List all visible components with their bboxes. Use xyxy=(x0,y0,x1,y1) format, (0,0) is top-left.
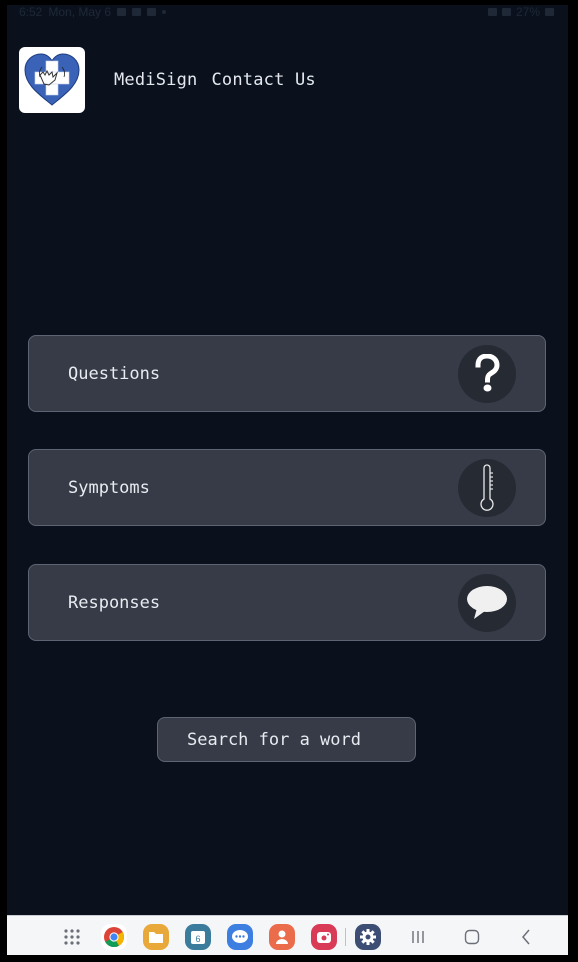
messages-app-button[interactable] xyxy=(227,924,253,950)
recents-icon xyxy=(412,931,424,943)
mute-icon xyxy=(487,8,497,16)
questions-category-button[interactable]: Questions xyxy=(28,335,546,412)
wifi-icon xyxy=(501,8,511,16)
status-time: 6:52 xyxy=(19,5,43,19)
thermometer-icon xyxy=(458,458,516,517)
home-button[interactable] xyxy=(457,924,487,950)
category-label: Symptoms xyxy=(68,477,150,498)
status-bar: 6:52 Mon, May 6 27% xyxy=(7,5,568,19)
contacts-app-button[interactable] xyxy=(269,924,295,950)
symptoms-category-button[interactable]: Symptoms xyxy=(28,449,546,526)
gallery-notification-icon xyxy=(117,8,127,16)
calendar-app-button[interactable]: 6 xyxy=(185,924,211,950)
calendar-day: 6 xyxy=(195,934,200,944)
grid-icon xyxy=(64,929,80,945)
medisign-logo[interactable] xyxy=(19,47,85,113)
gear-icon xyxy=(360,929,376,945)
category-label: Questions xyxy=(68,363,161,384)
heart-cross-hand-logo-icon xyxy=(24,53,80,106)
contact-us-link[interactable]: Contact Us xyxy=(211,70,315,90)
calendar-icon: 6 xyxy=(191,931,205,944)
recents-button[interactable] xyxy=(403,924,433,950)
contact-icon xyxy=(276,930,288,944)
android-navigation-bar: 6 xyxy=(7,915,568,955)
home-icon xyxy=(464,929,480,945)
screen-recorder-app-button[interactable] xyxy=(311,924,337,950)
app-screen: 6:52 Mon, May 6 27% MediSign Contact Us … xyxy=(7,5,568,955)
chat-icon xyxy=(232,930,248,943)
battery-percentage: 27% xyxy=(515,5,540,19)
category-label: Responses xyxy=(68,592,161,613)
chrome-app-button[interactable] xyxy=(101,924,127,950)
dock-divider xyxy=(345,928,346,946)
search-word-button[interactable]: Search for a word xyxy=(157,717,416,762)
more-notifications-icon xyxy=(162,10,167,14)
question-mark-icon xyxy=(458,344,516,403)
chrome-icon xyxy=(104,927,125,948)
medisign-home-link[interactable]: MediSign xyxy=(114,70,197,90)
camera-icon xyxy=(317,932,331,943)
app-header: MediSign Contact Us xyxy=(19,47,316,113)
settings-app-button[interactable] xyxy=(355,924,381,950)
app-drawer-button[interactable] xyxy=(59,924,85,950)
app-dock: 6 xyxy=(59,924,397,950)
status-date: Mon, May 6 xyxy=(48,5,112,19)
speech-bubble-icon xyxy=(458,573,516,632)
responses-category-button[interactable]: Responses xyxy=(28,564,546,641)
folder-icon xyxy=(149,932,163,943)
back-button[interactable] xyxy=(511,924,541,950)
my-files-app-button[interactable] xyxy=(143,924,169,950)
battery-icon xyxy=(545,8,554,16)
cloud-notification-icon xyxy=(132,8,142,16)
calendar-notification-icon xyxy=(147,8,157,16)
back-icon xyxy=(522,929,530,945)
